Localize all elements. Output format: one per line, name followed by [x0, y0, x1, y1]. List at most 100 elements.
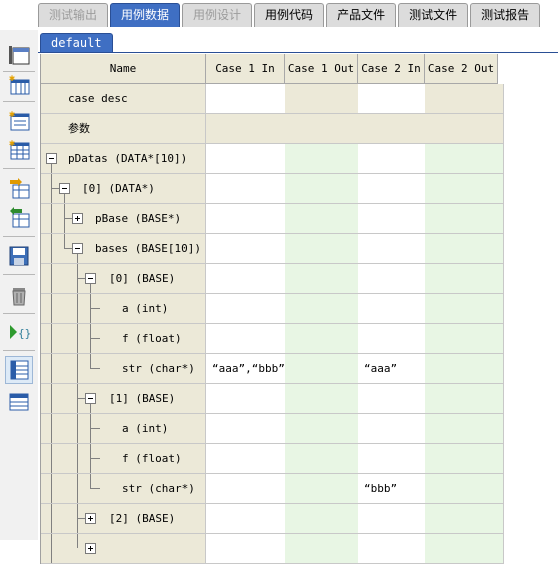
value-cell-case1-in[interactable] — [206, 264, 291, 294]
value-cell-case1-out[interactable] — [285, 234, 364, 264]
row-name-cell[interactable]: str (char*) — [41, 474, 206, 504]
value-cell-case2-out[interactable] — [425, 474, 504, 504]
new-grid-icon[interactable]: ✱ — [6, 137, 32, 163]
value-cell-case1-in[interactable]: “aaa”,“bbb” — [206, 354, 291, 384]
value-cell-case1-out[interactable] — [285, 324, 364, 354]
value-cell-case1-in[interactable] — [206, 324, 291, 354]
save-icon[interactable] — [6, 243, 32, 269]
row-name-cell[interactable]: f (float) — [41, 444, 206, 474]
row-name-cell[interactable]: [1] (BASE) — [41, 384, 206, 414]
tab-case-data[interactable]: 用例数据 — [110, 3, 181, 27]
row-view-icon[interactable] — [5, 356, 33, 384]
tab-product-files[interactable]: 产品文件 — [326, 3, 397, 27]
column-header-name[interactable]: Name — [41, 54, 206, 84]
value-cell-case1-in[interactable] — [206, 84, 291, 114]
value-cell-case1-out[interactable] — [285, 114, 364, 144]
value-cell-case2-out[interactable] — [425, 234, 504, 264]
row-name-cell[interactable]: str (char*) — [41, 354, 206, 384]
collapse-icon[interactable] — [46, 153, 57, 164]
value-cell-case1-out[interactable] — [285, 414, 364, 444]
value-cell-case2-in[interactable] — [358, 504, 431, 534]
value-cell-case1-in[interactable] — [206, 384, 291, 414]
value-cell-case1-out[interactable] — [285, 294, 364, 324]
value-cell-case1-in[interactable] — [206, 234, 291, 264]
tab-default[interactable]: default — [40, 33, 113, 53]
collapse-icon[interactable] — [85, 273, 96, 284]
value-cell-case2-in[interactable] — [358, 144, 431, 174]
column-header-case1-out[interactable]: Case 1 Out — [285, 54, 358, 84]
collapse-icon[interactable] — [72, 243, 83, 254]
row-name-cell[interactable]: [2] (BASE) — [41, 504, 206, 534]
expand-icon[interactable] — [85, 543, 96, 554]
row-name-cell[interactable]: bases (BASE[10]) — [41, 234, 206, 264]
value-cell-case1-in[interactable] — [206, 504, 291, 534]
row-name-cell[interactable]: pDatas (DATA*[10]) — [41, 144, 206, 174]
value-cell-case1-in[interactable] — [206, 174, 291, 204]
value-cell-case2-in[interactable]: “bbb” — [358, 474, 431, 504]
value-cell-case2-out[interactable] — [425, 114, 504, 144]
tab-test-output[interactable]: 测试输出 — [38, 3, 109, 27]
value-cell-case2-in[interactable] — [358, 534, 431, 564]
value-cell-case1-out[interactable] — [285, 264, 364, 294]
value-cell-case2-out[interactable] — [425, 144, 504, 174]
value-cell-case1-out[interactable] — [285, 384, 364, 414]
value-cell-case1-out[interactable] — [285, 354, 364, 384]
expand-icon[interactable] — [72, 213, 83, 224]
value-cell-case2-out[interactable] — [425, 414, 504, 444]
value-cell-case1-out[interactable] — [285, 144, 364, 174]
value-cell-case1-out[interactable] — [285, 84, 364, 114]
value-cell-case2-in[interactable] — [358, 174, 431, 204]
value-cell-case2-in[interactable] — [358, 234, 431, 264]
value-cell-case1-in[interactable] — [206, 114, 291, 144]
row-name-cell[interactable]: a (int) — [41, 414, 206, 444]
column-header-case1-in[interactable]: Case 1 In — [206, 54, 285, 84]
column-header-case2-out[interactable]: Case 2 Out — [425, 54, 498, 84]
value-cell-case2-in[interactable]: “aaa” — [358, 354, 431, 384]
value-cell-case2-out[interactable] — [425, 504, 504, 534]
value-cell-case1-in[interactable] — [206, 204, 291, 234]
value-cell-case2-in[interactable] — [358, 444, 431, 474]
collapse-icon[interactable] — [59, 183, 70, 194]
collapse-icon[interactable] — [85, 393, 96, 404]
new-table-icon[interactable]: ✱ — [6, 72, 32, 98]
value-cell-case1-in[interactable] — [206, 294, 291, 324]
tab-test-report[interactable]: 测试报告 — [470, 3, 541, 27]
column-view-icon[interactable] — [6, 388, 32, 414]
value-cell-case1-in[interactable] — [206, 474, 291, 504]
import-icon[interactable] — [6, 176, 32, 202]
value-cell-case1-out[interactable] — [285, 504, 364, 534]
value-cell-case1-in[interactable] — [206, 144, 291, 174]
value-cell-case1-in[interactable] — [206, 444, 291, 474]
value-cell-case2-out[interactable] — [425, 204, 504, 234]
tab-case-design[interactable]: 用例设计 — [182, 3, 253, 27]
value-cell-case2-in[interactable] — [358, 114, 431, 144]
export-icon[interactable] — [6, 205, 32, 231]
value-cell-case1-out[interactable] — [285, 534, 364, 564]
new-window-icon[interactable] — [6, 42, 32, 68]
value-cell-case1-in[interactable] — [206, 534, 291, 564]
column-header-case2-in[interactable]: Case 2 In — [358, 54, 425, 84]
row-name-cell[interactable]: pBase (BASE*) — [41, 204, 206, 234]
value-cell-case2-out[interactable] — [425, 384, 504, 414]
row-name-cell[interactable]: case desc — [41, 84, 206, 114]
value-cell-case2-in[interactable] — [358, 414, 431, 444]
row-name-cell[interactable]: [0] (BASE) — [41, 264, 206, 294]
tab-test-files[interactable]: 测试文件 — [398, 3, 469, 27]
value-cell-case2-in[interactable] — [358, 84, 431, 114]
value-cell-case1-out[interactable] — [285, 174, 364, 204]
value-cell-case2-out[interactable] — [425, 444, 504, 474]
value-cell-case2-out[interactable] — [425, 84, 504, 114]
value-cell-case2-out[interactable] — [425, 174, 504, 204]
expand-icon[interactable] — [85, 513, 96, 524]
value-cell-case2-in[interactable] — [358, 264, 431, 294]
value-cell-case1-out[interactable] — [285, 444, 364, 474]
row-name-cell[interactable]: a (int) — [41, 294, 206, 324]
value-cell-case2-in[interactable] — [358, 384, 431, 414]
value-cell-case2-in[interactable] — [358, 294, 431, 324]
row-name-cell[interactable] — [41, 534, 206, 564]
value-cell-case2-out[interactable] — [425, 264, 504, 294]
value-cell-case1-out[interactable] — [285, 474, 364, 504]
tab-case-code[interactable]: 用例代码 — [254, 3, 325, 27]
value-cell-case2-out[interactable] — [425, 294, 504, 324]
value-cell-case1-out[interactable] — [285, 204, 364, 234]
